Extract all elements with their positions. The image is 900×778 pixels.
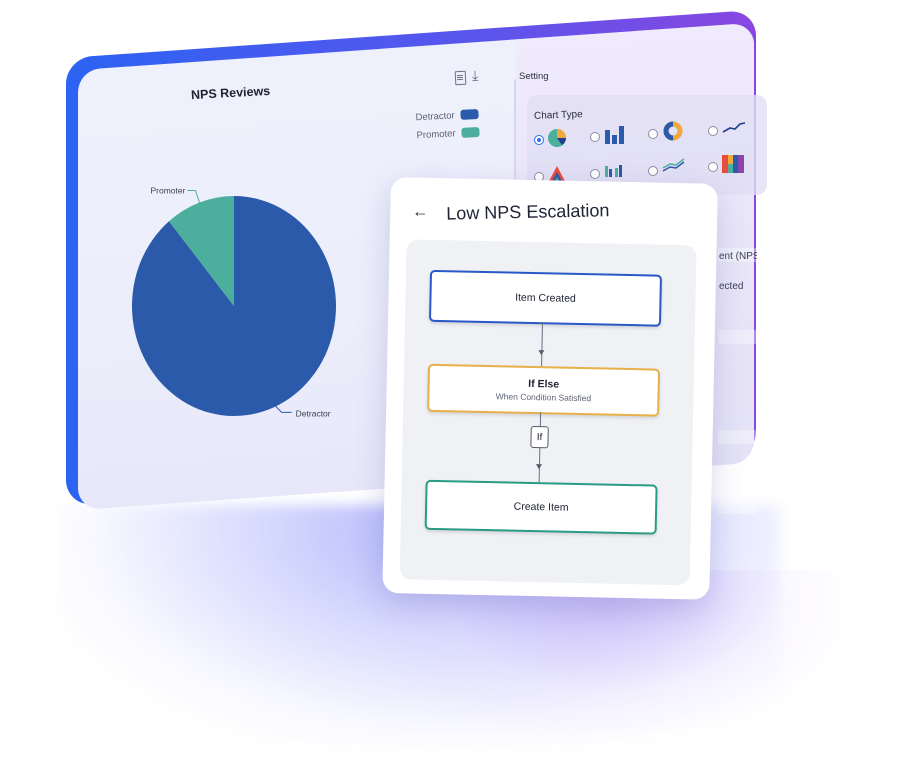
connector-line xyxy=(541,322,543,367)
legend-swatch xyxy=(461,126,480,138)
donut-chart-icon xyxy=(663,121,683,141)
workflow-canvas: Item Created If Else When Condition Sati… xyxy=(399,239,697,586)
workflow-node-if-else[interactable]: If Else When Condition Satisfied xyxy=(427,363,661,417)
node-title: If Else xyxy=(528,377,560,391)
legend-item-promoter[interactable]: Promoter xyxy=(416,123,480,144)
connector-arrow-icon xyxy=(535,464,543,470)
workflow-card: ← Low NPS Escalation Item Created If Els… xyxy=(382,177,718,600)
node-title: Create Item xyxy=(513,500,569,514)
legend-label: Detractor xyxy=(415,109,455,123)
chart-type-radio-grouped-bar[interactable] xyxy=(590,169,600,179)
chart-legend: Detractor Promoter xyxy=(415,105,480,144)
download-icon[interactable]: ⤓ xyxy=(472,67,487,85)
branch-label-badge[interactable]: If xyxy=(530,425,549,449)
back-arrow-icon[interactable]: ← xyxy=(412,203,428,221)
chart-type-radio-pie[interactable] xyxy=(534,135,544,145)
node-subtitle: When Condition Satisfied xyxy=(495,391,592,404)
bar-chart-icon xyxy=(605,126,624,144)
settings-title: Setting xyxy=(519,71,549,82)
chart-type-radio-donut[interactable] xyxy=(648,129,658,139)
workflow-node-create-item[interactable]: Create Item xyxy=(424,479,658,535)
chart-type-label: Chart Type xyxy=(533,109,583,122)
chart-type-radio-heatmap[interactable] xyxy=(708,162,718,172)
settings-field-text: ected xyxy=(719,281,744,292)
grouped-bar-icon xyxy=(605,165,622,177)
line-chart-icon xyxy=(722,122,746,133)
workflow-node-item-created[interactable]: Item Created xyxy=(428,269,663,327)
pie-chart-icon xyxy=(548,129,566,147)
chart-type-radio-bar[interactable] xyxy=(590,132,600,142)
chart-type-radio-line[interactable] xyxy=(708,126,718,136)
settings-field-text: ent (NPS xyxy=(719,251,757,262)
connector-arrow-icon xyxy=(538,350,545,356)
document-icon[interactable] xyxy=(454,70,467,86)
chart-type-radio-multi-line[interactable] xyxy=(648,166,658,176)
legend-label: Promoter xyxy=(416,127,456,141)
settings-row xyxy=(718,500,756,514)
settings-row xyxy=(718,330,756,344)
multi-line-icon xyxy=(662,158,685,172)
node-title: Item Created xyxy=(515,291,576,305)
workflow-title: Low NPS Escalation xyxy=(446,200,610,224)
legend-swatch xyxy=(460,109,479,120)
heatmap-icon xyxy=(722,155,744,173)
settings-row xyxy=(718,430,756,444)
